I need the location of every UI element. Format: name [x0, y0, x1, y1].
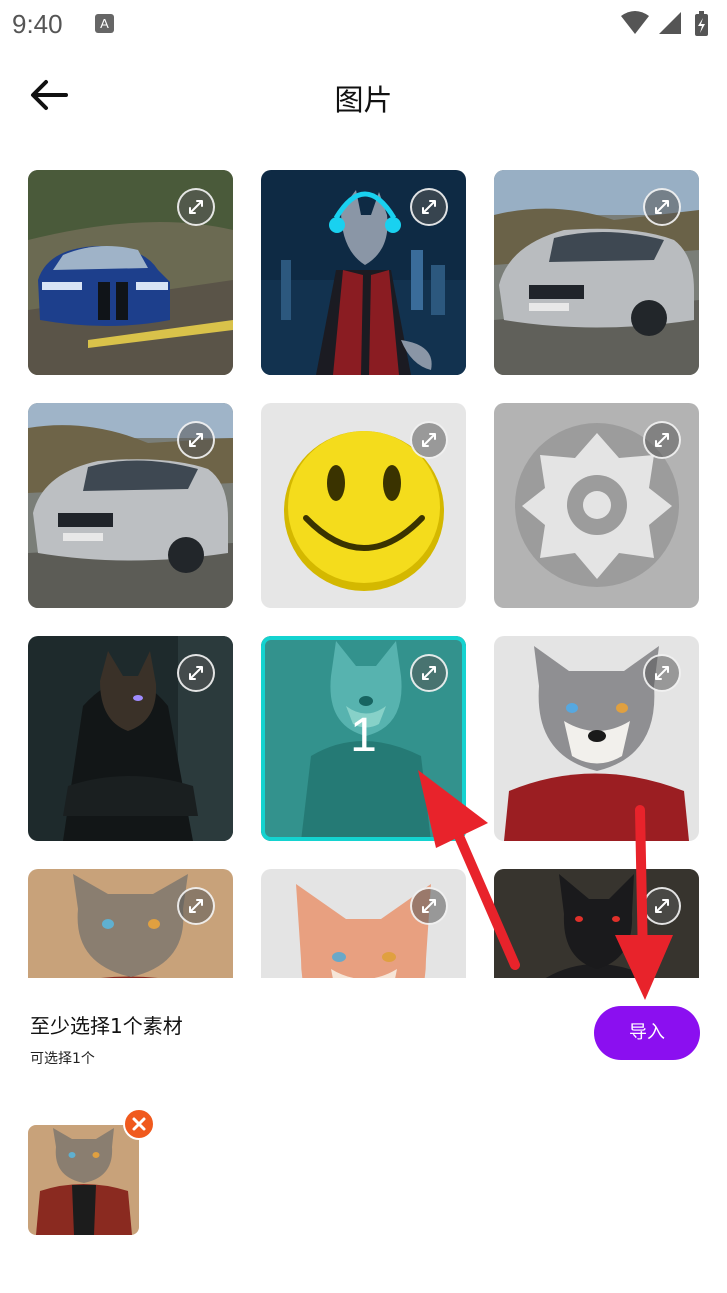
- image-tile-dark-wolf[interactable]: [28, 636, 233, 841]
- image-tile-fox[interactable]: [261, 869, 466, 978]
- selection-requirement: 至少选择1个素材: [30, 1014, 183, 1038]
- image-tile-smiley[interactable]: [261, 403, 466, 608]
- expand-button[interactable]: [410, 188, 448, 226]
- expand-icon: [422, 899, 436, 913]
- expand-icon: [655, 899, 669, 913]
- expand-icon: [422, 666, 436, 680]
- image-tile-wolf-headphones[interactable]: [261, 170, 466, 375]
- image-tile-gear[interactable]: [494, 403, 699, 608]
- selection-panel: 至少选择1个素材 可选择1个 导入: [0, 978, 727, 1293]
- expand-button[interactable]: [643, 654, 681, 692]
- expand-button[interactable]: [643, 421, 681, 459]
- expand-button[interactable]: [177, 887, 215, 925]
- selected-thumbnail[interactable]: [28, 1125, 139, 1235]
- selection-number: 1: [350, 709, 377, 762]
- image-tile-wolf-hoodie[interactable]: 1: [261, 636, 466, 841]
- import-button[interactable]: 导入: [594, 1006, 700, 1060]
- expand-button[interactable]: [410, 654, 448, 692]
- expand-icon: [189, 666, 203, 680]
- expand-icon: [422, 433, 436, 447]
- expand-icon: [189, 899, 203, 913]
- expand-button[interactable]: [410, 887, 448, 925]
- expand-icon: [655, 666, 669, 680]
- expand-button[interactable]: [643, 887, 681, 925]
- expand-button[interactable]: [177, 421, 215, 459]
- expand-icon: [422, 200, 436, 214]
- image-tile-silver-car-2[interactable]: [28, 403, 233, 608]
- image-grid: 1: [0, 0, 727, 978]
- expand-button[interactable]: [177, 188, 215, 226]
- expand-button[interactable]: [643, 188, 681, 226]
- image-tile-silver-car[interactable]: [494, 170, 699, 375]
- image-tile-blue-car[interactable]: [28, 170, 233, 375]
- image-tile-wolf-red-jacket[interactable]: [28, 869, 233, 978]
- expand-icon: [189, 433, 203, 447]
- selected-wolf-thumbnail-image: [28, 1125, 139, 1235]
- image-tile-grey-wolf[interactable]: [494, 636, 699, 841]
- expand-icon: [189, 200, 203, 214]
- expand-button[interactable]: [410, 421, 448, 459]
- expand-icon: [655, 200, 669, 214]
- expand-button[interactable]: [177, 654, 215, 692]
- expand-icon: [655, 433, 669, 447]
- remove-selected-button[interactable]: [123, 1108, 155, 1140]
- image-tile-black-wolf[interactable]: [494, 869, 699, 978]
- close-icon: [132, 1117, 146, 1131]
- selection-limit: 可选择1个: [30, 1051, 95, 1067]
